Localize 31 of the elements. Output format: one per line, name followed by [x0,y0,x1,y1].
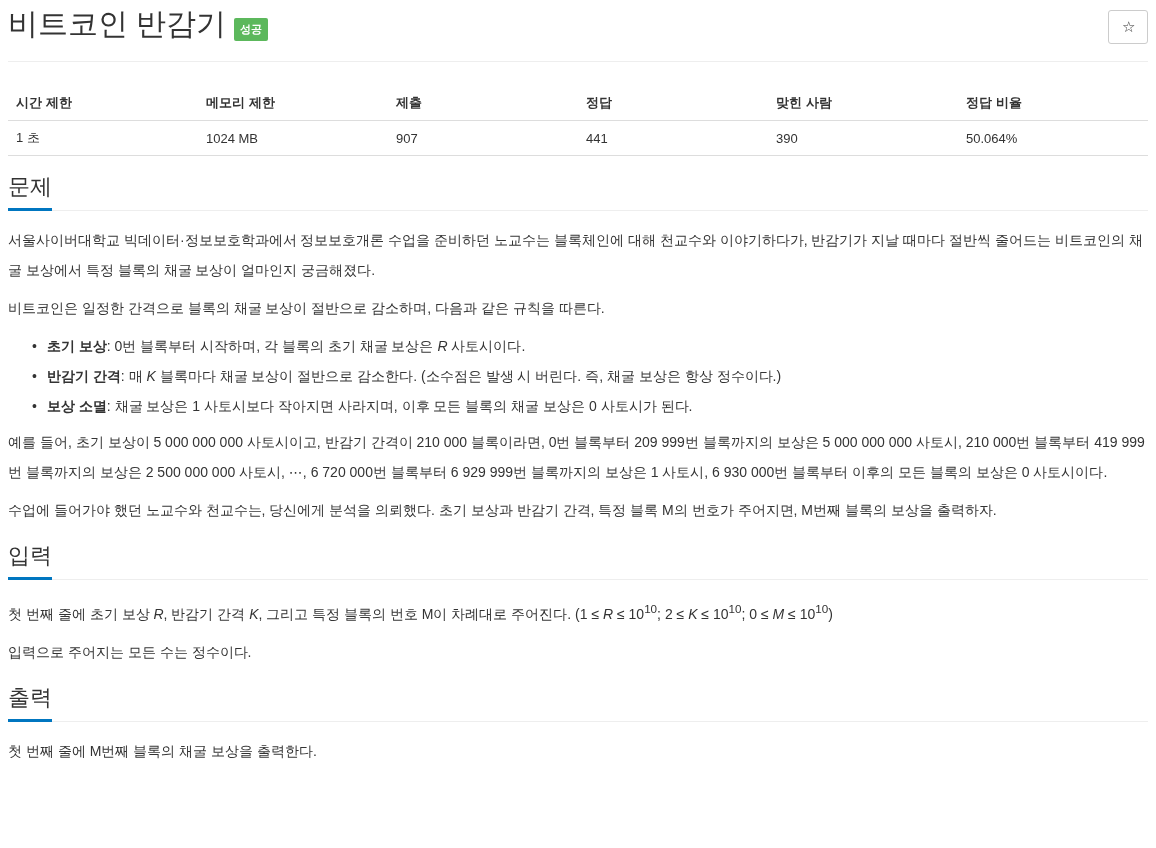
paragraph: 수업에 들어가야 했던 노교수와 천교수는, 당신에게 분석을 의뢰했다. 초기 보상과 반감기 간격, 특정 블록 M의 번호가 주어지면, M번째 블록의 보상을 출력하자. [8,501,998,520]
paragraph: 서울사이버대학교 빅데이터·정보보호학과에서 정보보호개론 수업을 준비하던 노교수는 블록체인에 대해 천교수와 이야기하다가, 반감기가 지날 때마다 절반씩 줄어드는 비트코인의 채굴 보상에서 특정 블록의 채굴 보상이 얼마인지 궁금해졌다. [8,231,1144,280]
column-header: 정답 비율 [957,86,1148,121]
bullet: • [32,337,37,356]
table-cell: 1024 MB [198,120,388,156]
list-item: 초기 보상: 0번 블록부터 시작하며, 각 블록의 초기 채굴 보상은 R 사토시이다. [46,337,526,356]
paragraph: 예를 들어, 초기 보상이 5 000 000 000 사토시이고, 반감기 간격이 210 000 블록이라면, 0번 블록부터 209 999번 블록까지의 보상은 5 000 000 000 사토시, 210 000번 블록부터 419 999번 블록까지의 보상은 2 500 000 000 사토시, ⋯, 6 720 000번 블록부터 6 929 999번 블록까지의 보상은 1 사토시, 6 930 000번 블록부터 이후의 모든 블록의 보상은 0 사토시이다. [8,433,1146,482]
table-cell: 441 [577,120,768,156]
bullet: • [32,367,37,386]
section-heading: 입력 [8,541,52,580]
column-header: 시간 제한 [8,86,198,121]
list-item: 반감기 간격: 매 K 블록마다 채굴 보상이 절반으로 감소한다. (소수점은 발생 시 버린다. 즉, 채굴 보상은 항상 정수이다.) [46,367,782,386]
column-header: 맞힌 사람 [767,86,958,121]
table-cell: 1 초 [8,120,198,156]
section-heading: 출력 [8,682,52,722]
paragraph: 입력으로 주어지는 모든 수는 정수이다. [8,642,253,662]
paragraph: 첫 번째 줄에 초기 보상 R, 반감기 간격 K, 그리고 특정 블록의 번호 M이 차례대로 주어진다. (1 ≤ R ≤ 10$^{10}$; 2 ≤ K ≤ 10$^{10}$; 0 ≤ M ≤ 10$^{10}$) [8,601,834,624]
bullet: • [32,397,37,416]
status-badge: 성공 [234,18,269,41]
problem-title: 비트코인 반감기 [8,6,227,42]
table-cell: 50.064% [957,120,1148,156]
column-header: 제출 [387,86,578,121]
favorite-button[interactable]: ☆ [1108,9,1148,44]
paragraph: 비트코인은 일정한 간격으로 블록의 채굴 보상이 절반으로 감소하며, 다음과 같은 규칙을 따른다. [8,299,606,318]
table-cell: 390 [767,120,958,156]
paragraph: 첫 번째 줄에 M번째 블록의 채굴 보상을 출력한다. [8,741,318,761]
list-item: 보상 소멸: 채굴 보상은 1 사토시보다 작아지면 사라지며, 이후 모든 블록의 채굴 보상은 0 사토시가 된다. [46,397,693,416]
column-header: 메모리 제한 [198,86,388,121]
section-heading: 문제 [8,172,52,211]
table-cell: 907 [387,120,578,156]
column-header: 정답 [577,86,768,121]
